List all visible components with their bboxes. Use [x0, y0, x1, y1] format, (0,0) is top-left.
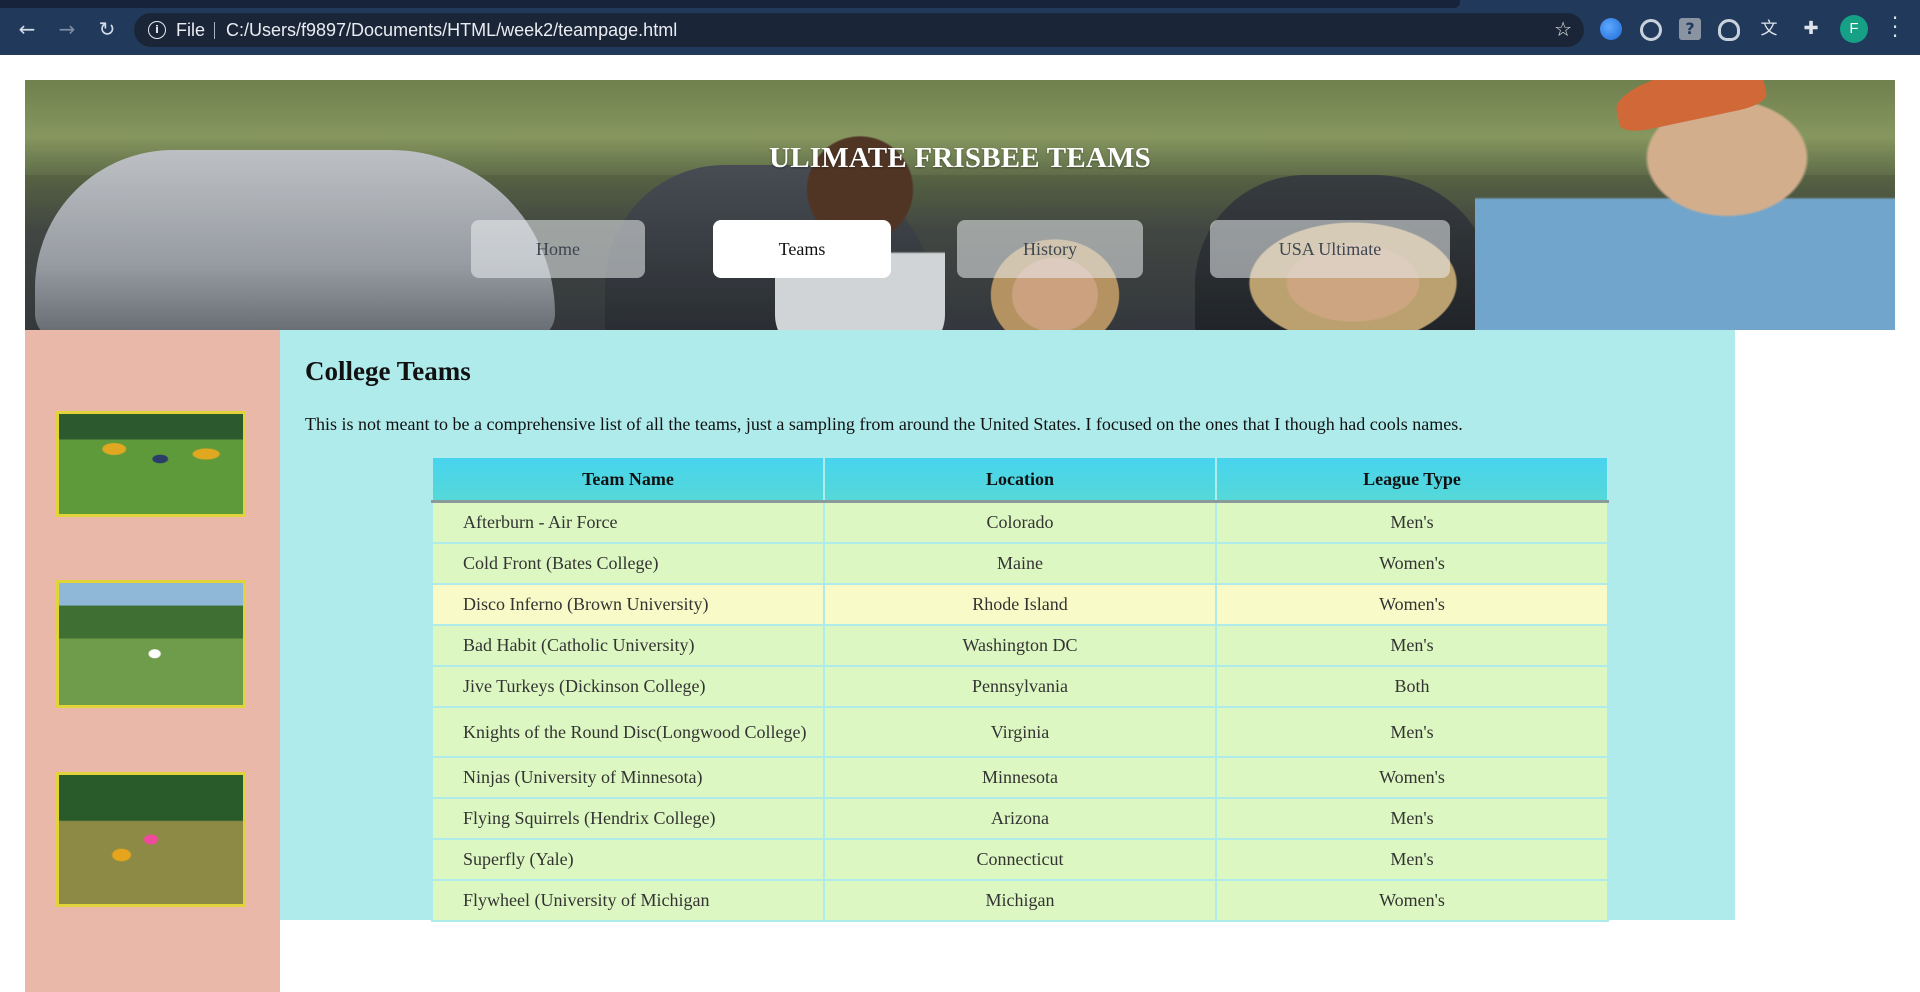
location-cell: Michigan	[823, 879, 1217, 922]
league-type-cell: Men's	[1215, 624, 1609, 667]
intro-paragraph: This is not meant to be a comprehensive …	[305, 414, 1463, 434]
url-text[interactable]: C:/Users/f9897/Documents/HTML/week2/team…	[226, 20, 677, 41]
league-type-cell: Men's	[1215, 838, 1609, 881]
table-row: Cold Front (Bates College) Maine Women's	[431, 542, 1609, 585]
location-cell: Maine	[823, 542, 1217, 585]
forward-icon[interactable]: →	[54, 16, 80, 42]
main-content: College Teams This is not meant to be a …	[280, 330, 1735, 922]
table-row: Flywheel (University of Michigan Michiga…	[431, 879, 1609, 922]
hero-banner: ULIMATE FRISBEE TEAMS Home Teams History…	[25, 80, 1895, 330]
table-row: Flying Squirrels (Hendrix College) Arizo…	[431, 797, 1609, 840]
league-type-cell: Women's	[1215, 583, 1609, 626]
team-name-cell: Bad Habit (Catholic University)	[431, 624, 825, 667]
team-name-cell: Disco Inferno (Brown University)	[431, 583, 825, 626]
tab-strip	[0, 0, 1460, 8]
browser-toolbar: ← → ↻ i File C:/Users/f9897/Documents/HT…	[0, 0, 1920, 55]
table-row: Superfly (Yale) Connecticut Men's	[431, 838, 1609, 881]
table-row: Knights of the Round Disc(Longwood Colle…	[431, 706, 1609, 758]
extensions-puzzle-icon[interactable]: ✚	[1800, 18, 1822, 40]
team-name-cell: Ninjas (University of Minnesota)	[431, 756, 825, 799]
location-cell: Washington DC	[823, 624, 1217, 667]
table-row-hovered: Disco Inferno (Brown University) Rhode I…	[431, 583, 1609, 626]
address-bar[interactable]: i File C:/Users/f9897/Documents/HTML/wee…	[134, 13, 1584, 47]
league-type-cell: Men's	[1215, 706, 1609, 758]
location-cell: Arizona	[823, 797, 1217, 840]
header-league-type: League Type	[1215, 458, 1609, 503]
site-title: ULIMATE FRISBEE TEAMS	[769, 142, 1151, 174]
header-location: Location	[823, 458, 1217, 503]
table-row: Jive Turkeys (Dickinson College) Pennsyl…	[431, 665, 1609, 708]
league-type-cell: Men's	[1215, 797, 1609, 840]
scheme-label: File	[176, 20, 206, 40]
nav-history[interactable]: History	[957, 220, 1143, 278]
team-name-cell: Jive Turkeys (Dickinson College)	[431, 665, 825, 708]
league-type-cell: Both	[1215, 665, 1609, 708]
address-divider	[214, 22, 215, 39]
bookmark-star-icon[interactable]: ☆	[1554, 17, 1572, 41]
team-name-cell: Knights of the Round Disc(Longwood Colle…	[431, 706, 825, 758]
location-cell: Connecticut	[823, 838, 1217, 881]
back-icon[interactable]: ←	[14, 16, 40, 42]
table-row: Bad Habit (Catholic University) Washingt…	[431, 624, 1609, 667]
headset-extension-icon[interactable]	[1718, 19, 1740, 41]
help-extension-icon[interactable]: ?	[1679, 18, 1701, 40]
frisbee-players-photo	[56, 411, 246, 517]
page-heading: College Teams	[305, 356, 471, 386]
team-name-cell: Flying Squirrels (Hendrix College)	[431, 797, 825, 840]
league-type-cell: Men's	[1215, 500, 1609, 544]
league-type-cell: Women's	[1215, 756, 1609, 799]
location-cell: Virginia	[823, 706, 1217, 758]
dark-mode-extension-icon[interactable]	[1640, 19, 1662, 41]
frisbee-field-photo	[56, 580, 246, 708]
header-team-name: Team Name	[431, 458, 825, 503]
table-row: Afterburn - Air Force Colorado Men's	[431, 500, 1609, 544]
nav-usa-ultimate[interactable]: USA Ultimate	[1210, 220, 1450, 278]
frisbee-catch-photo	[56, 772, 246, 907]
table-row: Ninjas (University of Minnesota) Minneso…	[431, 756, 1609, 799]
translate-extension-icon[interactable]: 文	[1758, 18, 1780, 40]
league-type-cell: Women's	[1215, 879, 1609, 922]
sidebar	[25, 330, 280, 992]
location-cell: Pennsylvania	[823, 665, 1217, 708]
location-cell: Minnesota	[823, 756, 1217, 799]
team-name-cell: Superfly (Yale)	[431, 838, 825, 881]
nav-home[interactable]: Home	[471, 220, 645, 278]
reload-icon[interactable]: ↻	[94, 16, 120, 42]
team-name-cell: Flywheel (University of Michigan	[431, 879, 825, 922]
nav-teams[interactable]: Teams	[713, 220, 891, 278]
league-type-cell: Women's	[1215, 542, 1609, 585]
location-cell: Rhode Island	[823, 583, 1217, 626]
browser-menu-icon[interactable]: · · ·	[1890, 8, 1900, 46]
hero-overlay	[25, 80, 1895, 330]
team-name-cell: Afterburn - Air Force	[431, 500, 825, 544]
teams-table: Team Name Location League Type Afterburn…	[431, 458, 1609, 922]
table-header-row: Team Name Location League Type	[431, 458, 1609, 503]
globe-extension-icon[interactable]	[1600, 18, 1622, 40]
location-cell: Colorado	[823, 500, 1217, 544]
site-info-icon[interactable]: i	[148, 21, 166, 39]
profile-avatar[interactable]: F	[1840, 15, 1868, 43]
team-name-cell: Cold Front (Bates College)	[431, 542, 825, 585]
